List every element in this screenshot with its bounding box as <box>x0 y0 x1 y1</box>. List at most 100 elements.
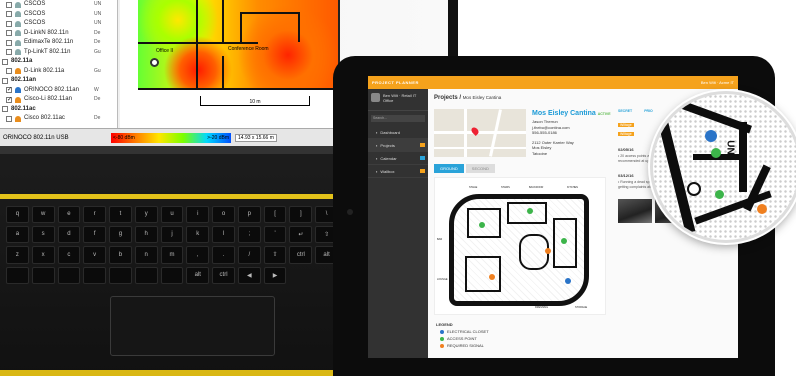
site-photo[interactable] <box>618 199 652 223</box>
app-logo[interactable]: PROJECT PLANNER <box>368 80 420 85</box>
network-row[interactable]: ORINOCO 802.11an W <box>0 86 117 96</box>
network-row[interactable]: CSCOS UN <box>0 10 117 20</box>
keyboard-key[interactable]: e <box>57 206 81 223</box>
keyboard-key[interactable] <box>6 266 29 284</box>
keyboard-key[interactable]: u <box>160 206 184 223</box>
keyboard-key[interactable]: ctrl <box>289 246 313 264</box>
required-signal-marker[interactable] <box>489 274 495 280</box>
sidebar-item-dashboard[interactable]: ▪ Dashboard <box>368 126 428 139</box>
network-row[interactable]: Cisco-Li 802.11an De <box>0 95 117 105</box>
network-row[interactable]: EdimaxTe 802.11n De <box>0 38 117 48</box>
keyboard-key[interactable]: ▶ <box>263 266 287 284</box>
network-checkbox[interactable] <box>6 11 12 18</box>
network-row[interactable]: CSCOS UN <box>0 0 117 10</box>
breadcrumb-root[interactable]: Projects / <box>434 95 461 101</box>
sidebar-item-calendar[interactable]: ▪ Calendar <box>368 152 428 165</box>
floor-plan[interactable]: STAGE STAIRS BACKDOOR KITCHEN BAR LOUNGE… <box>434 177 606 315</box>
heatmap-view[interactable]: Office II Conference Room 10 m <box>120 0 338 128</box>
network-group[interactable]: 802.11ac <box>0 105 117 115</box>
sidebar-user[interactable]: Ben Wilt · Retail IT Office <box>368 89 428 111</box>
tab-ground[interactable]: GROUND <box>434 164 464 173</box>
keyboard-key[interactable]: ] <box>289 206 313 223</box>
access-point-marker[interactable] <box>715 190 724 199</box>
keyboard-key[interactable]: s <box>31 225 55 243</box>
keyboard-key[interactable]: [ <box>263 206 287 223</box>
keyboard-key[interactable]: o <box>212 206 235 223</box>
keyboard-key[interactable]: / <box>237 246 261 264</box>
network-checkbox[interactable] <box>6 1 12 8</box>
network-checkbox[interactable] <box>6 87 12 94</box>
access-point-marker[interactable] <box>479 222 485 228</box>
search-input[interactable]: Search... <box>371 115 425 122</box>
keyboard-key[interactable]: ctrl <box>212 266 235 284</box>
network-checkbox[interactable] <box>6 39 12 46</box>
expand-icon[interactable] <box>2 106 8 113</box>
keyboard-key[interactable]: m <box>160 246 184 264</box>
keyboard-key[interactable]: ◀ <box>237 266 261 284</box>
keyboard-key[interactable]: w <box>31 206 55 223</box>
keyboard-key[interactable]: b <box>109 246 132 264</box>
keyboard-key[interactable]: k <box>186 225 210 243</box>
keyboard-key[interactable]: ; <box>237 225 261 243</box>
network-checkbox[interactable] <box>6 49 12 56</box>
electrical-closet-marker[interactable] <box>565 278 571 284</box>
keyboard-key[interactable]: . <box>212 246 235 264</box>
panel-tab[interactable]: SECRET <box>618 109 632 113</box>
required-signal-marker[interactable] <box>757 204 767 214</box>
expand-icon[interactable] <box>2 77 8 84</box>
location-map[interactable] <box>434 109 526 157</box>
network-group[interactable]: 802.11an <box>0 76 117 86</box>
keyboard-key[interactable] <box>160 266 184 284</box>
keyboard-key[interactable]: y <box>134 206 158 223</box>
keyboard-key[interactable]: ↵ <box>289 225 313 243</box>
keyboard-key[interactable]: x <box>31 246 55 264</box>
keyboard-key[interactable] <box>134 266 158 284</box>
keyboard-key[interactable]: z <box>6 246 29 264</box>
sidebar-item-projects[interactable]: ▪ Projects <box>368 139 428 152</box>
keyboard-key[interactable]: q <box>6 206 29 223</box>
keyboard-key[interactable] <box>31 266 55 284</box>
network-checkbox[interactable] <box>6 68 12 75</box>
keyboard-key[interactable]: p <box>237 206 261 223</box>
keyboard-key[interactable] <box>109 266 132 284</box>
keyboard-key[interactable]: a <box>6 225 29 243</box>
network-checkbox[interactable] <box>6 20 12 27</box>
keyboard-key[interactable]: d <box>57 225 81 243</box>
keyboard-key[interactable]: l <box>212 225 235 243</box>
network-checkbox[interactable] <box>6 96 12 103</box>
network-row[interactable]: Cisco 802.11ac De <box>0 114 117 124</box>
expand-icon[interactable] <box>2 58 8 65</box>
required-signal-marker[interactable] <box>545 248 551 254</box>
keyboard-key[interactable]: v <box>83 246 107 264</box>
header-user[interactable]: Ben Wilt · Acme IT <box>701 80 738 85</box>
keyboard-key[interactable]: j <box>160 225 184 243</box>
network-group[interactable]: 802.11a <box>0 57 117 67</box>
network-row[interactable]: D-Link 802.11a Gu <box>0 67 117 77</box>
network-checkbox[interactable] <box>6 115 12 122</box>
keyboard-key[interactable]: ⇧ <box>263 246 287 264</box>
touchpad[interactable] <box>110 296 275 356</box>
keyboard-key[interactable]: alt <box>186 266 210 284</box>
access-point-marker[interactable] <box>150 58 159 67</box>
network-checkbox[interactable] <box>6 30 12 37</box>
keyboard-key[interactable]: c <box>57 246 81 264</box>
keyboard-key[interactable] <box>83 266 107 284</box>
access-point-marker[interactable] <box>561 238 567 244</box>
keyboard-key[interactable] <box>57 266 81 284</box>
access-point-marker[interactable] <box>711 148 721 158</box>
keyboard-key[interactable]: i <box>186 206 210 223</box>
keyboard-key[interactable]: t <box>109 206 132 223</box>
network-row[interactable]: CSCOS UN <box>0 19 117 29</box>
keyboard-key[interactable]: ' <box>263 225 287 243</box>
network-row[interactable]: D-LinkN 802.11n De <box>0 29 117 39</box>
keyboard-key[interactable]: , <box>186 246 210 264</box>
network-row[interactable]: Tp-LinkT 802.11n Gu <box>0 48 117 58</box>
electrical-closet-marker[interactable] <box>705 130 717 142</box>
keyboard-key[interactable]: f <box>83 225 107 243</box>
sidebar-item-wallbox[interactable]: ▪ Wallbox <box>368 165 428 178</box>
keyboard-key[interactable]: h <box>134 225 158 243</box>
panel-tab[interactable]: PRIO <box>644 109 653 113</box>
tab-second[interactable]: SECOND <box>465 164 495 173</box>
access-point-marker[interactable] <box>527 208 533 214</box>
keyboard-key[interactable]: r <box>83 206 107 223</box>
